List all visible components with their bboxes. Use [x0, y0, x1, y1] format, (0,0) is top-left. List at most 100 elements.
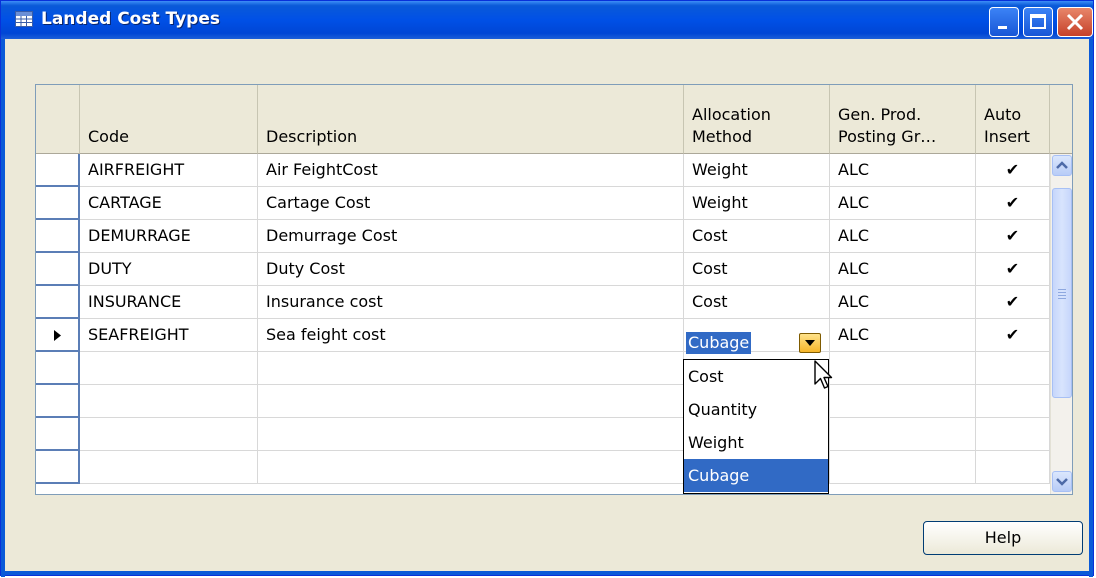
- description-cell[interactable]: [258, 451, 684, 484]
- grip-line: [1058, 292, 1066, 293]
- description-cell[interactable]: Insurance cost: [258, 286, 684, 319]
- posting-group-cell[interactable]: ALC: [830, 319, 976, 352]
- row-selector[interactable]: [36, 220, 80, 253]
- description-cell[interactable]: Cartage Cost: [258, 187, 684, 220]
- posting-group-cell[interactable]: [830, 451, 976, 484]
- table-row[interactable]: DEMURRAGE Demurrage Cost Cost ALC ✔: [36, 220, 1050, 253]
- auto-insert-cell[interactable]: [976, 418, 1050, 451]
- column-header-label: Description: [266, 127, 358, 146]
- vertical-scrollbar[interactable]: [1050, 154, 1072, 494]
- table-row[interactable]: SEAFREIGHT Sea feight cost ALC ✔: [36, 319, 1050, 352]
- dropdown-option-quantity[interactable]: Quantity: [684, 393, 828, 426]
- table-row[interactable]: [36, 418, 1050, 451]
- allocation-method-cell[interactable]: Cost: [684, 220, 830, 253]
- column-header-code[interactable]: Code: [80, 85, 258, 154]
- posting-group-cell[interactable]: ALC: [830, 253, 976, 286]
- description-cell[interactable]: Duty Cost: [258, 253, 684, 286]
- table-row[interactable]: [36, 451, 1050, 484]
- allocation-method-cell[interactable]: Cost: [684, 253, 830, 286]
- allocation-method-cell[interactable]: Cost: [684, 286, 830, 319]
- dropdown-option-cubage[interactable]: Cubage: [684, 459, 828, 492]
- cell-text: AIRFREIGHT: [88, 160, 185, 179]
- allocation-method-cell[interactable]: Weight: [684, 187, 830, 220]
- dropdown-button[interactable]: [799, 333, 821, 353]
- code-cell[interactable]: AIRFREIGHT: [80, 154, 258, 187]
- auto-insert-cell[interactable]: [976, 451, 1050, 484]
- title-bar[interactable]: Landed Cost Types: [1, 1, 1093, 39]
- table-row[interactable]: CARTAGE Cartage Cost Weight ALC ✔: [36, 187, 1050, 220]
- cell-text: Cartage Cost: [266, 193, 371, 212]
- table-row[interactable]: AIRFREIGHT Air FeightCost Weight ALC ✔: [36, 154, 1050, 187]
- posting-group-cell[interactable]: [830, 352, 976, 385]
- cell-text: ALC: [838, 325, 870, 344]
- maximize-button[interactable]: [1023, 7, 1053, 37]
- scroll-up-button[interactable]: [1052, 155, 1072, 176]
- code-cell[interactable]: [80, 451, 258, 484]
- auto-insert-cell[interactable]: ✔: [976, 220, 1050, 253]
- close-button[interactable]: [1057, 7, 1093, 37]
- dropdown-option-weight[interactable]: Weight: [684, 426, 828, 459]
- row-selector[interactable]: [36, 385, 80, 418]
- table-row[interactable]: [36, 385, 1050, 418]
- code-cell[interactable]: [80, 418, 258, 451]
- column-header-allocation-method[interactable]: Allocation Method: [684, 85, 830, 154]
- row-selector[interactable]: [36, 154, 80, 187]
- dropdown-option-cost[interactable]: Cost: [684, 360, 828, 393]
- column-header-gen-prod-posting-group[interactable]: Gen. Prod. Posting Gr…: [830, 85, 976, 154]
- row-selector[interactable]: [36, 319, 80, 352]
- landed-cost-types-grid: Code Description Allocation Method Gen. …: [35, 84, 1073, 495]
- row-selector[interactable]: [36, 187, 80, 220]
- auto-insert-cell[interactable]: ✔: [976, 154, 1050, 187]
- description-cell[interactable]: Air FeightCost: [258, 154, 684, 187]
- code-cell[interactable]: DUTY: [80, 253, 258, 286]
- cell-text: Insurance cost: [266, 292, 383, 311]
- auto-insert-cell[interactable]: [976, 352, 1050, 385]
- code-cell[interactable]: CARTAGE: [80, 187, 258, 220]
- posting-group-cell[interactable]: ALC: [830, 154, 976, 187]
- code-cell[interactable]: INSURANCE: [80, 286, 258, 319]
- code-cell[interactable]: [80, 352, 258, 385]
- cell-text: Duty Cost: [266, 259, 345, 278]
- row-selector[interactable]: [36, 286, 80, 319]
- auto-insert-cell[interactable]: [976, 385, 1050, 418]
- allocation-method-cell[interactable]: Weight: [684, 154, 830, 187]
- description-cell[interactable]: Demurrage Cost: [258, 220, 684, 253]
- allocation-method-editor[interactable]: Cubage: [683, 327, 829, 359]
- window-title: Landed Cost Types: [41, 9, 220, 29]
- allocation-method-value[interactable]: Cubage: [686, 332, 752, 354]
- posting-group-cell[interactable]: ALC: [830, 187, 976, 220]
- posting-group-cell[interactable]: [830, 385, 976, 418]
- description-cell[interactable]: [258, 352, 684, 385]
- posting-group-cell[interactable]: ALC: [830, 286, 976, 319]
- row-selector[interactable]: [36, 253, 80, 286]
- row-selector[interactable]: [36, 418, 80, 451]
- chevron-down-icon: [1056, 478, 1068, 486]
- cell-text: DEMURRAGE: [88, 226, 191, 245]
- table-row[interactable]: [36, 352, 1050, 385]
- auto-insert-cell[interactable]: ✔: [976, 286, 1050, 319]
- posting-group-cell[interactable]: [830, 418, 976, 451]
- scroll-down-button[interactable]: [1052, 471, 1072, 492]
- row-selector[interactable]: [36, 352, 80, 385]
- help-button[interactable]: Help: [923, 521, 1083, 555]
- code-cell[interactable]: DEMURRAGE: [80, 220, 258, 253]
- row-selector-header: [36, 85, 80, 154]
- auto-insert-cell[interactable]: ✔: [976, 319, 1050, 352]
- row-selector[interactable]: [36, 451, 80, 484]
- column-header-auto-insert[interactable]: Auto Insert: [976, 85, 1050, 154]
- code-cell[interactable]: SEAFREIGHT: [80, 319, 258, 352]
- checkmark-icon: ✔: [1005, 325, 1020, 344]
- description-cell[interactable]: [258, 385, 684, 418]
- posting-group-cell[interactable]: ALC: [830, 220, 976, 253]
- table-row[interactable]: INSURANCE Insurance cost Cost ALC ✔: [36, 286, 1050, 319]
- description-cell[interactable]: Sea feight cost: [258, 319, 684, 352]
- checkmark-icon: ✔: [1005, 292, 1020, 311]
- scroll-thumb[interactable]: [1052, 188, 1072, 398]
- minimize-button[interactable]: [989, 7, 1019, 37]
- auto-insert-cell[interactable]: ✔: [976, 253, 1050, 286]
- auto-insert-cell[interactable]: ✔: [976, 187, 1050, 220]
- column-header-description[interactable]: Description: [258, 85, 684, 154]
- table-row[interactable]: DUTY Duty Cost Cost ALC ✔: [36, 253, 1050, 286]
- description-cell[interactable]: [258, 418, 684, 451]
- code-cell[interactable]: [80, 385, 258, 418]
